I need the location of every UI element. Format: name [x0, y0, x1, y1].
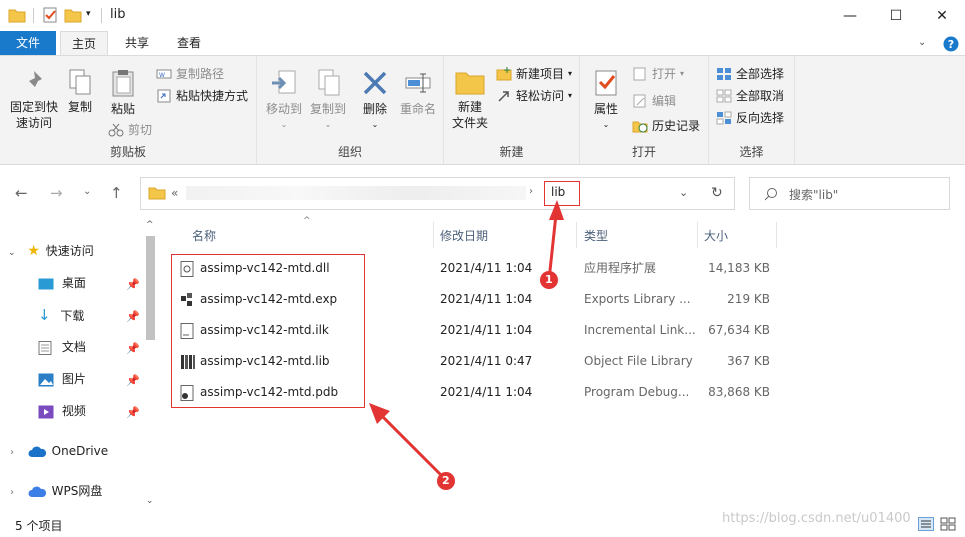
annotation-label-2: 2 [442, 474, 450, 487]
watermark: https://blog.csdn.net/u01400 [722, 511, 911, 526]
details-view-icon[interactable] [918, 517, 934, 531]
large-icons-view-icon[interactable] [940, 517, 956, 531]
annotation-label-1: 1 [545, 273, 553, 286]
item-count: 5 个项目 [15, 519, 63, 533]
status-bar: 5 个项目 https://blog.csdn.net/u01400 [0, 511, 965, 537]
annotation-arrows [369, 200, 564, 490]
annotation-arrowhead [549, 200, 564, 220]
